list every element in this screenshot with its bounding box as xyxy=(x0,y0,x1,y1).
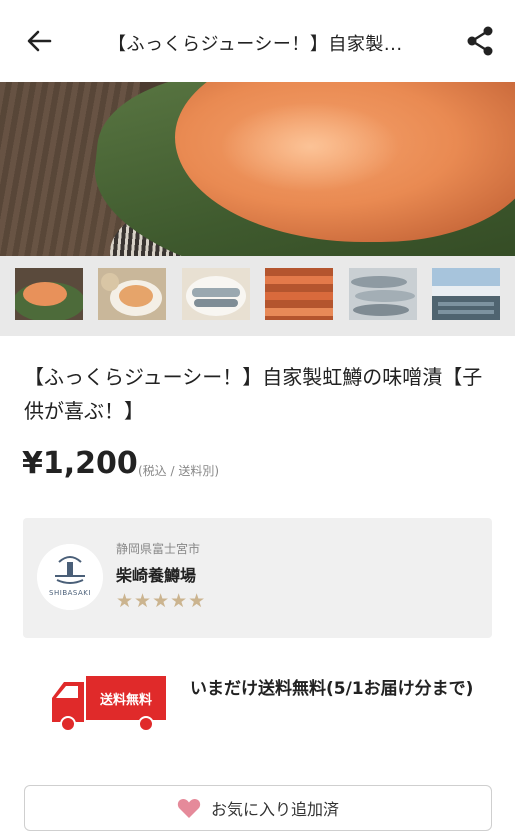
product-title: 【ふっくらジューシー！】自家製虹鱒の味噌漬【子供が喜ぶ！】 xyxy=(24,365,483,423)
shop-card[interactable]: SHIBASAKI 静岡県富士宮市 柴崎養鱒場 ★★★★★ xyxy=(23,518,492,638)
thumbnail-2[interactable] xyxy=(98,268,166,320)
thumbnail-3[interactable] xyxy=(182,268,250,320)
share-icon xyxy=(467,26,493,56)
header-title: 【ふっくらジューシー！】自家製... xyxy=(108,34,403,55)
product-main-image[interactable] xyxy=(0,82,515,256)
heart-icon xyxy=(177,798,201,818)
fish-highlight xyxy=(220,102,400,192)
favorite-label: お気に入り追加済 xyxy=(210,800,339,819)
favorite-button[interactable]: お気に入り追加済 xyxy=(24,785,492,831)
rating-stars: ★★★★★ xyxy=(116,590,207,612)
thumbnail-6[interactable] xyxy=(432,268,500,320)
product-price: ¥1,200 xyxy=(22,446,138,481)
shipping-text: いまだけ送料無料(5/1お届け分まで) xyxy=(190,679,474,699)
truck-icon: 送料無料 xyxy=(50,672,168,732)
shop-region: 静岡県富士宮市 xyxy=(116,542,201,556)
back-button[interactable] xyxy=(22,24,56,58)
shop-logo: SHIBASAKI xyxy=(37,544,103,610)
app-header: 【ふっくらジューシー！】自家製... xyxy=(0,0,515,82)
arrow-left-icon xyxy=(27,30,52,52)
thumbnail-strip xyxy=(0,256,515,336)
share-button[interactable] xyxy=(462,22,498,60)
shipping-badge: 送料無料 xyxy=(99,692,152,708)
shop-name: 柴崎養鱒場 xyxy=(116,566,197,585)
thumbnail-1[interactable] xyxy=(15,268,83,320)
thumbnail-4[interactable] xyxy=(265,268,333,320)
shop-logo-text: SHIBASAKI xyxy=(49,589,91,597)
price-note: (税込 / 送料別) xyxy=(138,464,220,478)
free-shipping-promo: 送料無料 いまだけ送料無料(5/1お届け分まで) xyxy=(50,672,473,742)
thumbnail-5[interactable] xyxy=(349,268,417,320)
